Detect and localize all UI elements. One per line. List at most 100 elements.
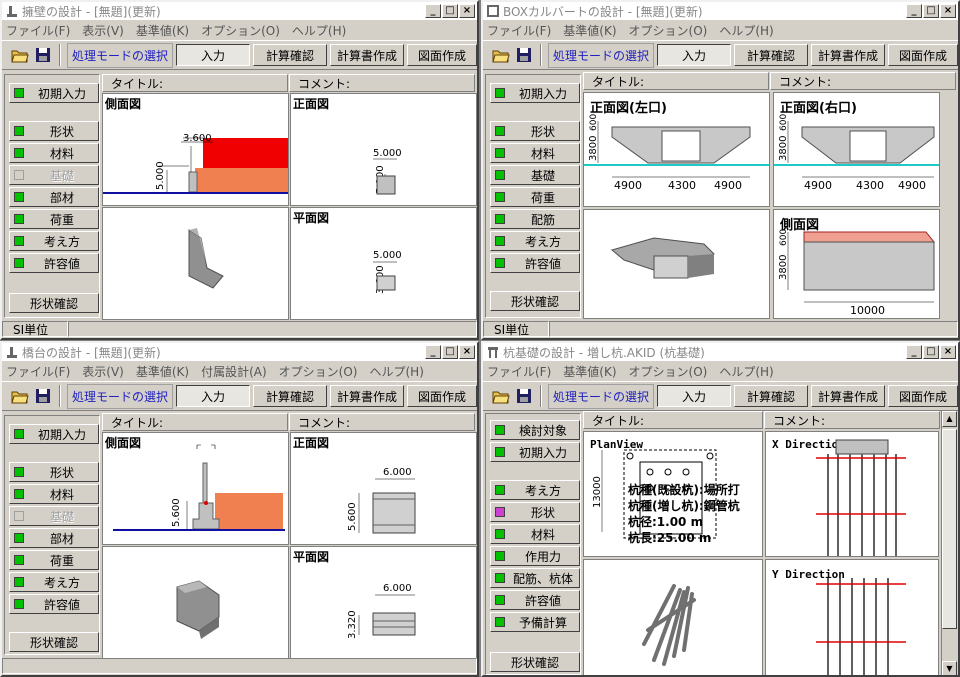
side-button-load[interactable]: 荷重	[490, 187, 580, 207]
side-button-material[interactable]: 材料	[9, 484, 99, 504]
menu-standard[interactable]: 基準値(K)	[563, 363, 616, 380]
front-view-pane[interactable]: 正面図 6.000 5.600	[290, 432, 477, 545]
shape-check-button[interactable]: 形状確認	[490, 291, 580, 311]
menu-options[interactable]: オプション(O)	[629, 22, 708, 39]
front-right-pane[interactable]: 正面図(右口) 3800 600 4900 4300 4900	[773, 92, 940, 207]
side-button-shape[interactable]: 形状	[490, 502, 580, 522]
menu-attached-design[interactable]: 付属設計(A)	[201, 363, 267, 380]
iso-view-pane[interactable]	[583, 559, 763, 675]
side-button-allowable[interactable]: 許容値	[490, 253, 580, 273]
save-icon[interactable]	[33, 44, 53, 66]
vertical-scrollbar[interactable]: ▲ ▼	[941, 411, 957, 675]
mode-drawing-button[interactable]: 図面作成	[407, 44, 477, 66]
mode-input-button[interactable]: 入力	[657, 385, 732, 407]
iso-view-pane[interactable]	[102, 207, 289, 320]
side-button-member[interactable]: 部材	[9, 528, 99, 548]
iso-view-pane[interactable]	[583, 209, 770, 319]
menu-file[interactable]: ファイル(F)	[487, 363, 551, 380]
menu-help[interactable]: ヘルプ(H)	[719, 363, 773, 380]
maximize-button[interactable]: □	[923, 4, 939, 18]
menu-file[interactable]: ファイル(F)	[6, 22, 70, 39]
mode-calc-check-button[interactable]: 計算確認	[734, 44, 809, 66]
close-button[interactable]: ×	[940, 4, 956, 18]
minimize-button[interactable]: _	[906, 345, 922, 359]
side-button-material[interactable]: 材料	[490, 143, 580, 163]
minimize-button[interactable]: _	[425, 345, 441, 359]
scroll-thumb[interactable]	[942, 429, 957, 629]
mode-calc-check-button[interactable]: 計算確認	[734, 385, 809, 407]
side-view-pane[interactable]: 側面図 3800 600 10000	[773, 209, 940, 319]
save-icon[interactable]	[514, 44, 534, 66]
y-direction-pane[interactable]: Y Direction	[765, 559, 939, 675]
title-bar[interactable]: 杭基礎の設計 - 増し杭.AKID (杭基礎) _ □ ×	[483, 343, 958, 361]
title-bar[interactable]: 橋台の設計 - [無題](更新) _ □ ×	[2, 343, 477, 361]
title-bar[interactable]: 擁壁の設計 - [無題](更新) _ □ ×	[2, 2, 477, 20]
side-view-pane[interactable]: 側面図 3.600 5.000	[102, 93, 289, 206]
mode-report-button[interactable]: 計算書作成	[330, 385, 405, 407]
mode-input-button[interactable]: 入力	[657, 44, 732, 66]
side-button-action-force[interactable]: 作用力	[490, 546, 580, 566]
mode-drawing-button[interactable]: 図面作成	[888, 44, 958, 66]
front-left-pane[interactable]: 正面図(左口) 3800 600 4900 4300 4900	[583, 92, 770, 207]
mode-report-button[interactable]: 計算書作成	[330, 44, 405, 66]
side-button-approach[interactable]: 考え方	[9, 231, 99, 251]
side-button-allowable[interactable]: 許容値	[490, 590, 580, 610]
side-button-approach[interactable]: 考え方	[490, 231, 580, 251]
mode-input-button[interactable]: 入力	[176, 44, 251, 66]
maximize-button[interactable]: □	[442, 4, 458, 18]
plan-view-pane[interactable]: PlanView 13000 杭種(既設杭):場所打 杭種(増し杭):鋼管杭 杭…	[583, 431, 763, 557]
mode-drawing-button[interactable]: 図面作成	[407, 385, 477, 407]
side-view-pane[interactable]: 側面図 5.600	[102, 432, 289, 545]
side-button-load[interactable]: 荷重	[9, 550, 99, 570]
side-button-shape[interactable]: 形状	[9, 121, 99, 141]
close-button[interactable]: ×	[940, 345, 956, 359]
menu-standard[interactable]: 基準値(K)	[136, 22, 189, 39]
title-bar[interactable]: BOXカルバートの設計 - [無題](更新) _ □ ×	[483, 2, 958, 20]
close-button[interactable]: ×	[459, 345, 475, 359]
menu-options[interactable]: オプション(O)	[201, 22, 280, 39]
side-button-rebar-pile[interactable]: 配筋、杭体	[490, 568, 580, 588]
side-button-target[interactable]: 検討対象	[490, 420, 580, 440]
menu-standard[interactable]: 基準値(K)	[136, 363, 189, 380]
minimize-button[interactable]: _	[425, 4, 441, 18]
x-direction-pane[interactable]: X Direction	[765, 431, 939, 557]
menu-options[interactable]: オプション(O)	[279, 363, 358, 380]
mode-report-button[interactable]: 計算書作成	[811, 385, 886, 407]
side-button-initial-input[interactable]: 初期入力	[9, 424, 99, 444]
minimize-button[interactable]: _	[906, 4, 922, 18]
plan-view-pane[interactable]: 平面図 5.000 3.600	[290, 207, 477, 320]
maximize-button[interactable]: □	[923, 345, 939, 359]
menu-file[interactable]: ファイル(F)	[487, 22, 551, 39]
menu-standard[interactable]: 基準値(K)	[563, 22, 616, 39]
side-button-foundation[interactable]: 基礎	[490, 165, 580, 185]
iso-view-pane[interactable]	[102, 546, 289, 659]
side-button-approach[interactable]: 考え方	[9, 572, 99, 592]
mode-calc-check-button[interactable]: 計算確認	[253, 385, 328, 407]
menu-help[interactable]: ヘルプ(H)	[369, 363, 423, 380]
mode-calc-check-button[interactable]: 計算確認	[253, 44, 328, 66]
menu-file[interactable]: ファイル(F)	[6, 363, 70, 380]
open-folder-icon[interactable]	[10, 44, 30, 66]
side-button-material[interactable]: 材料	[9, 143, 99, 163]
close-button[interactable]: ×	[459, 4, 475, 18]
mode-input-button[interactable]: 入力	[176, 385, 251, 407]
menu-view[interactable]: 表示(V)	[82, 363, 124, 380]
save-icon[interactable]	[514, 385, 534, 407]
side-button-shape[interactable]: 形状	[9, 462, 99, 482]
mode-drawing-button[interactable]: 図面作成	[888, 385, 958, 407]
side-button-allowable[interactable]: 許容値	[9, 253, 99, 273]
side-button-shape[interactable]: 形状	[490, 121, 580, 141]
front-view-pane[interactable]: 正面図 5.000 5.000	[290, 93, 477, 206]
open-folder-icon[interactable]	[10, 385, 30, 407]
side-button-load[interactable]: 荷重	[9, 209, 99, 229]
side-button-material[interactable]: 材料	[490, 524, 580, 544]
menu-options[interactable]: オプション(O)	[629, 363, 708, 380]
scroll-down-icon[interactable]: ▼	[942, 661, 957, 675]
side-button-preliminary-calc[interactable]: 予備計算	[490, 612, 580, 632]
shape-check-button[interactable]: 形状確認	[9, 293, 99, 313]
side-button-rebar[interactable]: 配筋	[490, 209, 580, 229]
menu-view[interactable]: 表示(V)	[82, 22, 124, 39]
menu-help[interactable]: ヘルプ(H)	[719, 22, 773, 39]
scroll-up-icon[interactable]: ▲	[942, 411, 957, 427]
maximize-button[interactable]: □	[442, 345, 458, 359]
